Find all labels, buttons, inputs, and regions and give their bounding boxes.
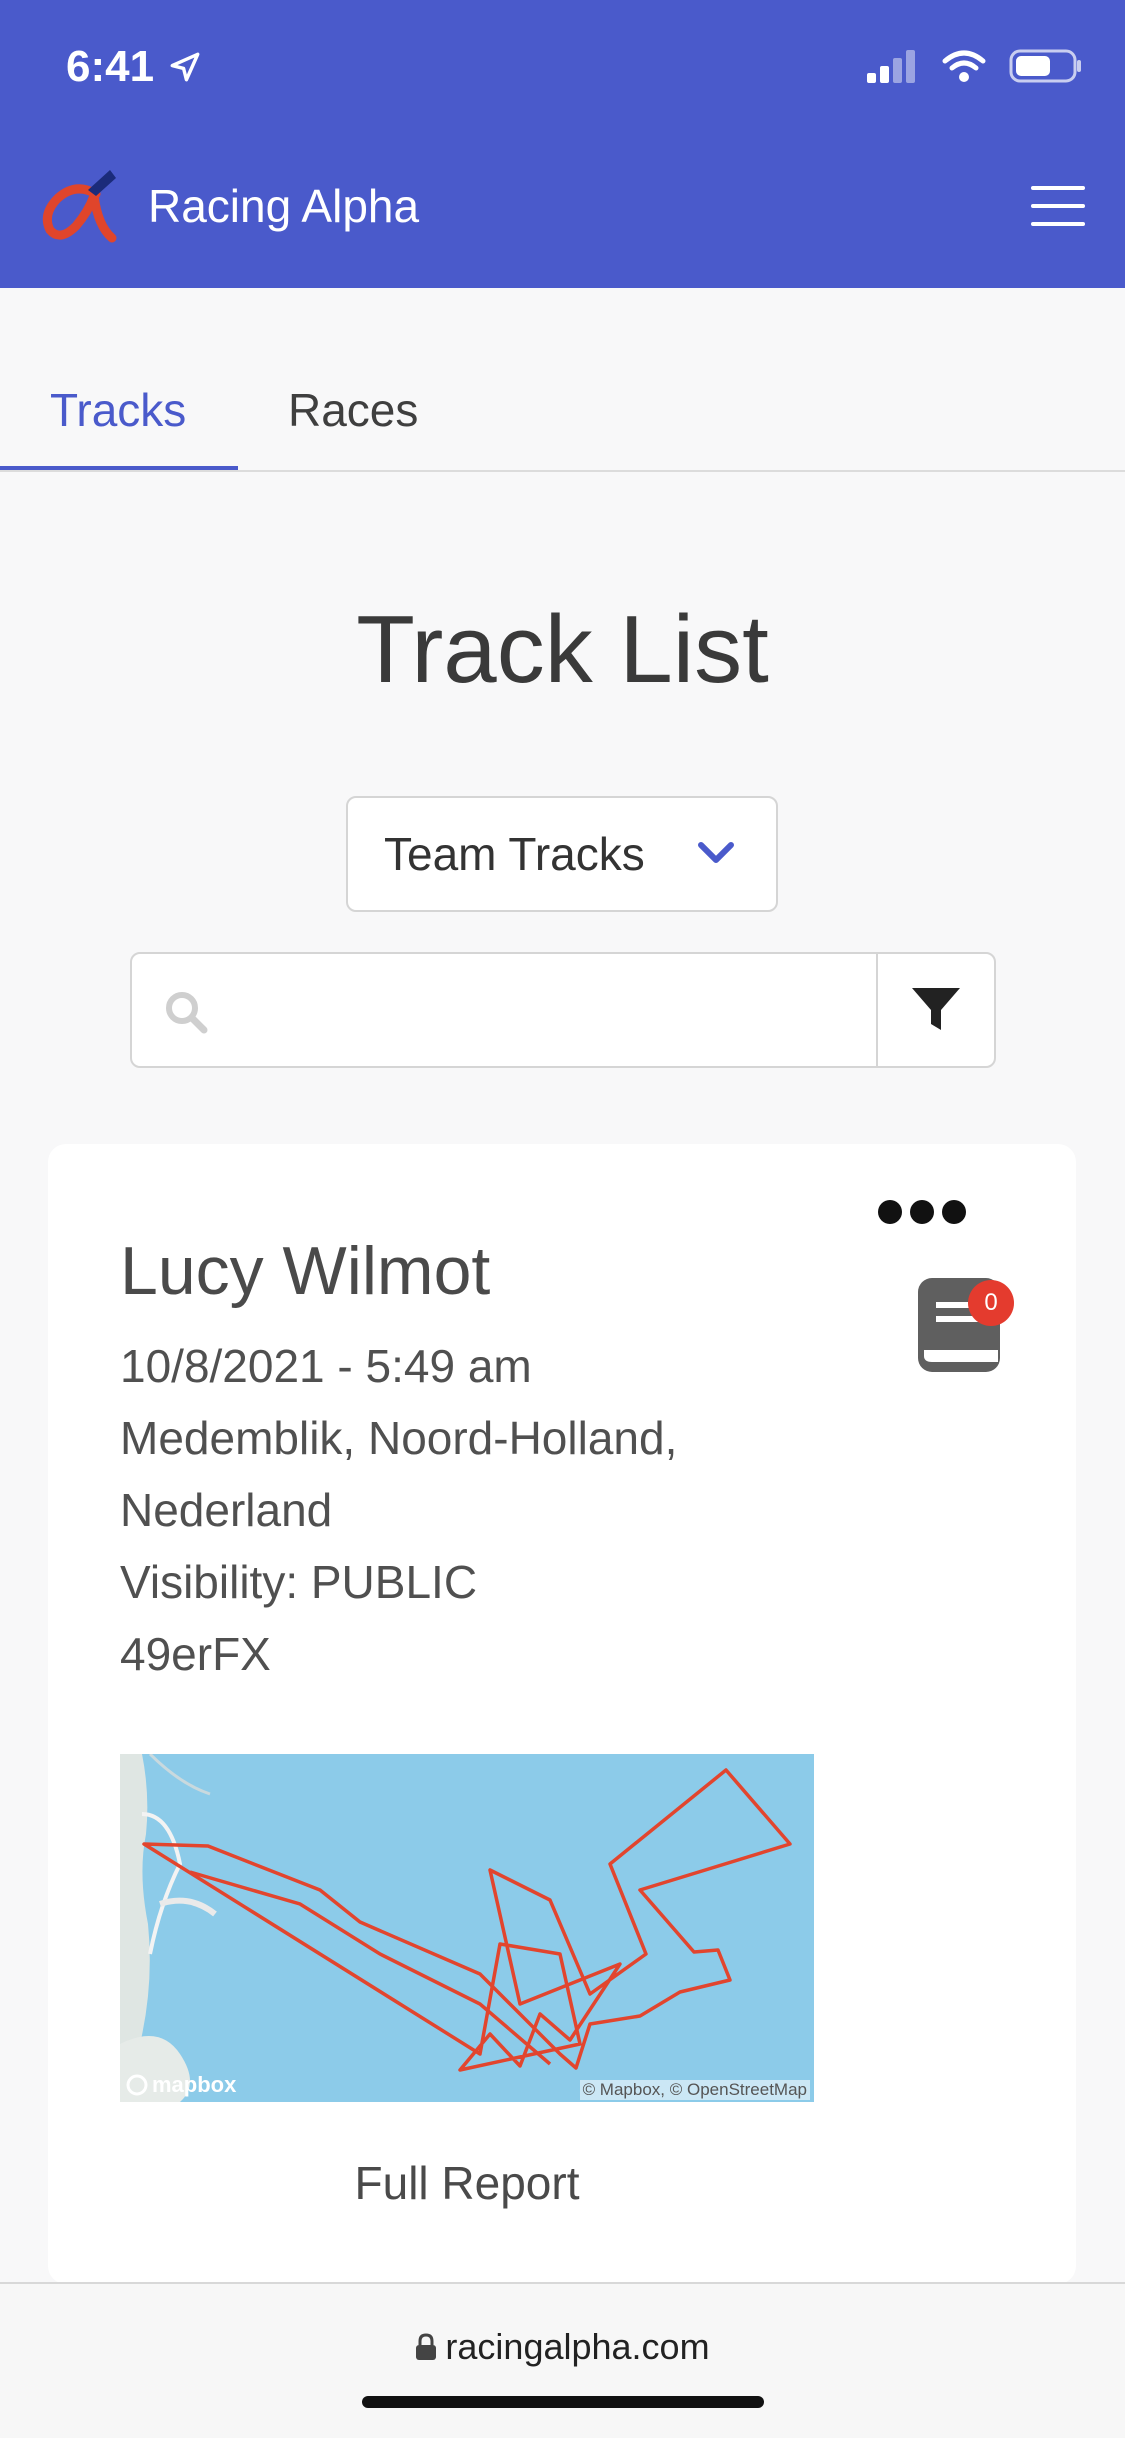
top-header: 6:41 Racing Alpha (0, 0, 1125, 288)
track-owner: Lucy Wilmot (120, 1233, 491, 1309)
home-indicator[interactable] (362, 2396, 764, 2408)
menu-icon[interactable] (1031, 186, 1085, 226)
brand[interactable]: Racing Alpha (36, 168, 419, 244)
track-visibility: Visibility: PUBLIC (120, 1556, 478, 1608)
location-arrow-icon (170, 52, 200, 82)
filter-icon (912, 988, 960, 1030)
search-bar (130, 952, 996, 1068)
active-tab-indicator (0, 466, 238, 470)
map-attribution[interactable]: © Mapbox, © OpenStreetMap (579, 2080, 810, 2100)
track-boat-class: 49erFX (120, 1628, 271, 1680)
lock-icon (416, 2333, 437, 2360)
logo-icon (42, 170, 117, 243)
select-value: Team Tracks (384, 828, 645, 880)
app-title: Racing Alpha (148, 180, 420, 232)
track-card: 0 Lucy Wilmot 10/8/2021 - 5:49 am Medemb… (48, 1144, 1076, 2284)
wifi-icon (942, 50, 986, 82)
url-text: racingalpha.com (445, 2326, 710, 2367)
mapbox-logo: mapbox (126, 2072, 236, 2098)
search-icon (162, 988, 210, 1041)
track-datetime: 10/8/2021 - 5:49 am (120, 1340, 532, 1392)
status-indicators (865, 48, 1083, 84)
filter-button[interactable] (876, 954, 994, 1066)
browser-bottom-bar: racingalpha.com (0, 2282, 1125, 2438)
tab-bar: Tracks Races (0, 288, 1125, 472)
track-meta: 10/8/2021 - 5:49 am Medemblik, Noord-Hol… (120, 1330, 840, 1690)
url-bar[interactable]: racingalpha.com (0, 2326, 1125, 2368)
notes-count-badge: 0 (968, 1280, 1014, 1326)
mapbox-logo-text: mapbox (152, 2072, 237, 2097)
tab-races[interactable]: Races (288, 383, 418, 437)
battery-icon (1009, 49, 1081, 83)
search-input[interactable] (232, 968, 876, 1054)
track-location-line1: Medemblik, Noord-Holland, (120, 1412, 678, 1464)
status-time-text: 6:41 (66, 42, 155, 91)
status-time: 6:41 (66, 42, 202, 92)
full-report-link[interactable]: Full Report (120, 2156, 814, 2210)
track-scope-select[interactable]: Team Tracks (346, 796, 778, 912)
track-map-drawing (120, 1754, 792, 2102)
chevron-down-icon (698, 842, 734, 863)
signal-icon (867, 50, 915, 83)
track-map[interactable]: mapbox © Mapbox, © OpenStreetMap (120, 1754, 814, 2102)
more-icon[interactable] (878, 1200, 966, 1224)
track-location-line2: Nederland (120, 1484, 333, 1536)
page-title: Track List (356, 596, 769, 703)
tab-tracks[interactable]: Tracks (50, 383, 186, 437)
